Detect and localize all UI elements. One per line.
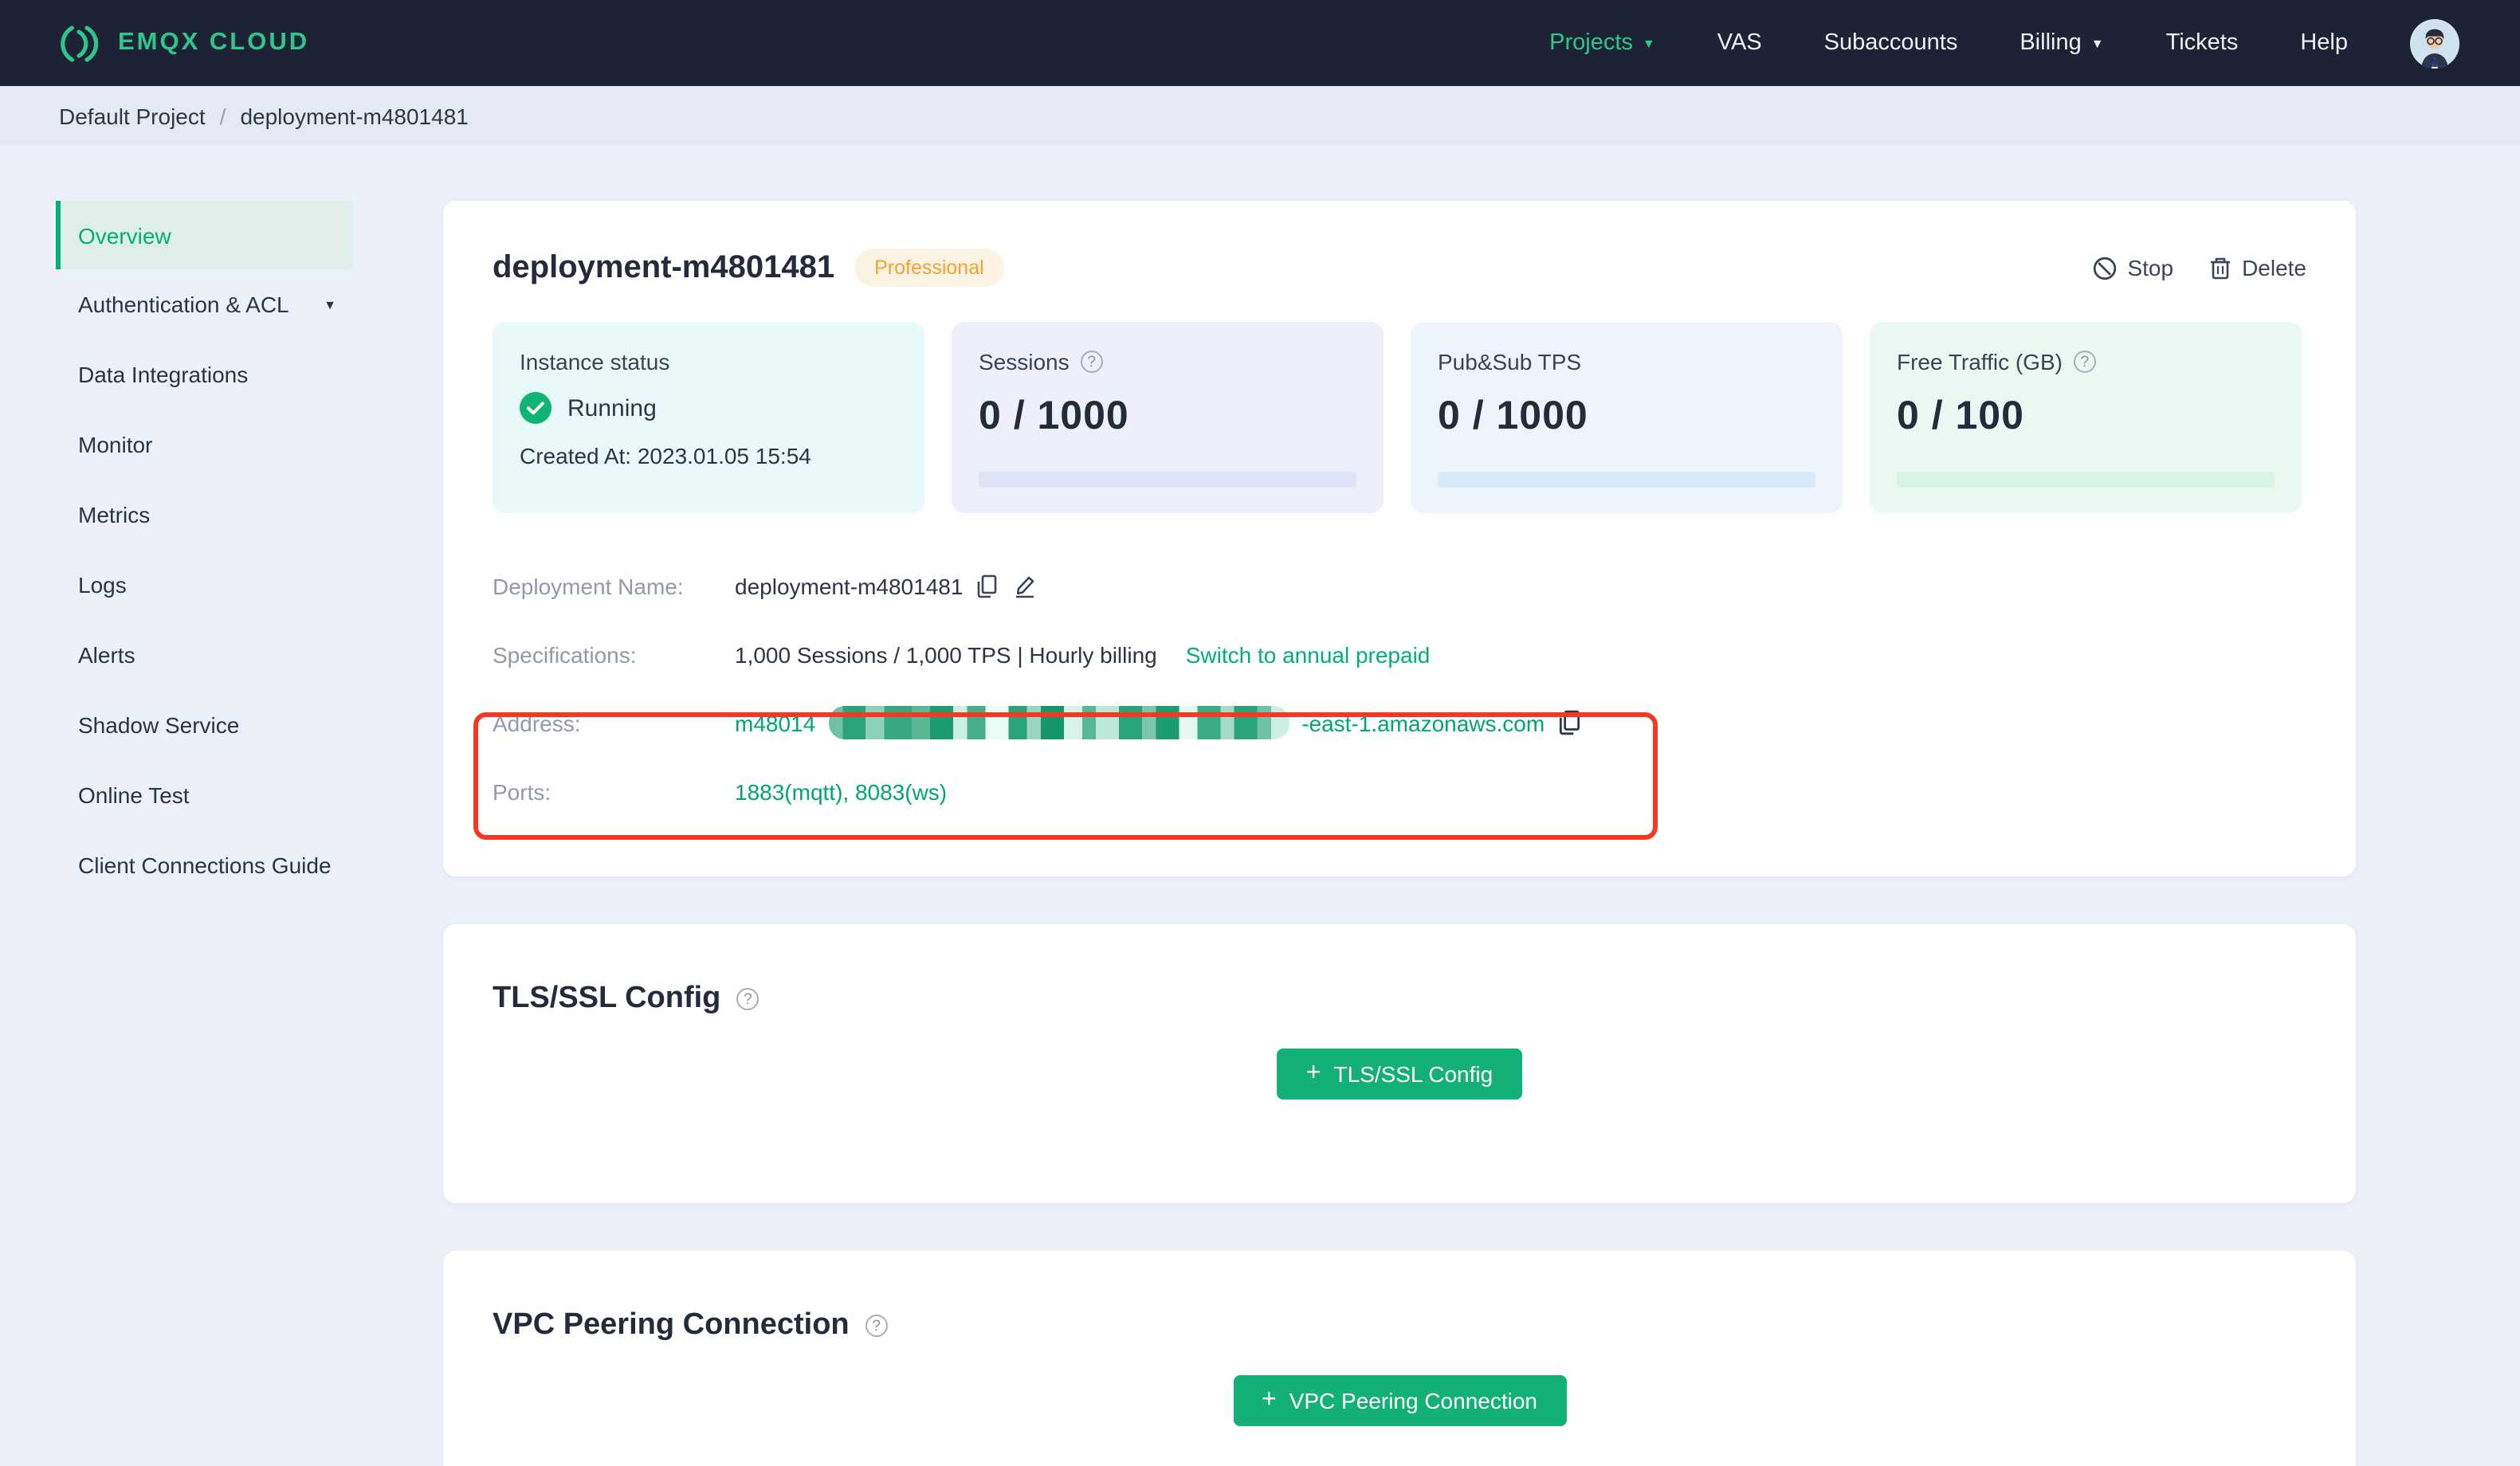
sidebar-item-client-connections-guide[interactable]: Client Connections Guide [56,830,352,900]
status-badge: Running [567,394,657,421]
stop-button[interactable]: Stop [2092,255,2173,280]
chevron-down-icon: ▼ [2090,37,2104,51]
help-icon[interactable]: ? [2073,351,2096,373]
brand-logo[interactable]: EMQX CLOUD [59,22,309,65]
address-prefix: m48014 [735,710,816,735]
sidebar-item-alerts[interactable]: Alerts [56,620,352,690]
stat-instance-status: Instance status Running Created At: 2023… [493,322,924,513]
breadcrumb: Default Project / deployment-m4801481 [0,86,2520,145]
add-tls-ssl-config-button[interactable]: + TLS/SSL Config [1277,1049,1522,1100]
vpc-peering-section: VPC Peering Connection ? + VPC Peering C… [443,1251,2356,1466]
tps-progressbar [1438,472,1815,488]
tls-ssl-section: TLS/SSL Config ? + TLS/SSL Config [443,924,2356,1203]
traffic-value: 0 / 100 [1897,394,2024,438]
deployment-name-row: Deployment Name: deployment-m4801481 [493,551,2306,620]
breadcrumb-project[interactable]: Default Project [59,103,206,128]
detail-rows: Deployment Name: deployment-m4801481 Spe… [493,551,2306,825]
specifications-value: 1,000 Sessions / 1,000 TPS | Hourly bill… [735,641,1157,667]
sidebar-item-logs[interactable]: Logs [56,550,352,620]
trash-icon [2210,257,2230,279]
help-icon[interactable]: ? [1080,351,1103,373]
help-icon[interactable]: ? [736,988,760,1010]
add-vpc-peering-button[interactable]: + VPC Peering Connection [1233,1375,1566,1426]
sessions-value: 0 / 1000 [979,394,1129,438]
ports-value: 1883(mqtt), 8083(ws) [735,778,948,804]
stats-row: Instance status Running Created At: 2023… [493,322,2306,513]
created-at: Created At: 2023.01.05 15:54 [520,443,811,468]
ports-row: Ports: 1883(mqtt), 8083(ws) [493,778,948,804]
avatar-illustration [2410,18,2459,68]
sidebar-item-authentication-acl[interactable]: Authentication & ACL ▼ [56,269,352,339]
deployment-title: deployment-m4801481 [493,249,835,284]
stat-sessions: Sessions ? 0 / 1000 [952,322,1384,513]
vpc-section-title: VPC Peering Connection [493,1308,850,1342]
running-check-icon [520,392,551,424]
plus-icon: + [1262,1386,1277,1413]
sidebar-item-monitor[interactable]: Monitor [56,410,352,480]
main-content: deployment-m4801481 Professional Stop De… [443,201,2356,1466]
sidebar: Overview Authentication & ACL ▼ Data Int… [0,201,443,1466]
emqx-logo-icon [61,25,99,61]
traffic-progressbar [1897,472,2275,488]
chevron-down-icon: ▼ [324,297,336,312]
tls-section-title: TLS/SSL Config [493,982,721,1015]
plus-icon: + [1305,1060,1321,1087]
stop-icon [2093,256,2116,280]
tps-value: 0 / 1000 [1438,394,1588,438]
stat-free-traffic: Free Traffic (GB) ? 0 / 100 [1870,322,2302,513]
deployment-name-value: deployment-m4801481 [735,573,964,598]
user-avatar[interactable] [2410,18,2459,68]
specifications-row: Specifications: 1,000 Sessions / 1,000 T… [493,641,1431,667]
address-suffix: -east-1.amazonaws.com [1301,710,1545,735]
stat-pubsub-tps: Pub&Sub TPS 0 / 1000 [1411,322,1843,513]
breadcrumb-current: deployment-m4801481 [240,103,469,128]
nav-vas[interactable]: VAS [1717,30,1762,56]
copy-icon[interactable] [975,573,999,598]
nav-billing[interactable]: Billing ▼ [2020,30,2103,56]
help-icon[interactable]: ? [865,1315,888,1337]
edit-icon[interactable] [1012,573,1038,598]
sessions-progressbar [979,472,1356,488]
delete-button[interactable]: Delete [2208,255,2306,280]
breadcrumb-separator: / [219,103,226,128]
nav-help[interactable]: Help [2300,30,2348,56]
address-redacted-block [828,706,1289,739]
sidebar-item-metrics[interactable]: Metrics [56,480,352,550]
brand-name: EMQX CLOUD [118,29,310,56]
copy-icon[interactable] [1557,709,1583,736]
top-navbar: EMQX CLOUD Projects ▼ VAS Subaccounts Bil… [0,0,2520,86]
switch-annual-prepaid-link[interactable]: Switch to annual prepaid [1186,641,1431,667]
nav-subaccounts[interactable]: Subaccounts [1824,30,1958,56]
nav-projects[interactable]: Projects ▼ [1549,30,1655,56]
page: EMQX CLOUD Projects ▼ VAS Subaccounts Bil… [0,0,2520,1466]
nav-tickets[interactable]: Tickets [2166,30,2239,56]
deployment-card: deployment-m4801481 Professional Stop De… [443,201,2356,876]
plan-badge: Professional [854,249,1005,287]
sidebar-item-overview[interactable]: Overview [56,201,352,269]
address-row: Address: m48014 -east-1.amazonaws.com [493,688,2306,757]
nav-items: Projects ▼ VAS Subaccounts Billing ▼ Ticke… [1549,18,2459,68]
sidebar-item-shadow-service[interactable]: Shadow Service [56,690,352,760]
sidebar-item-online-test[interactable]: Online Test [56,760,352,830]
chevron-down-icon: ▼ [1642,37,1655,51]
sidebar-item-data-integrations[interactable]: Data Integrations [56,339,352,410]
